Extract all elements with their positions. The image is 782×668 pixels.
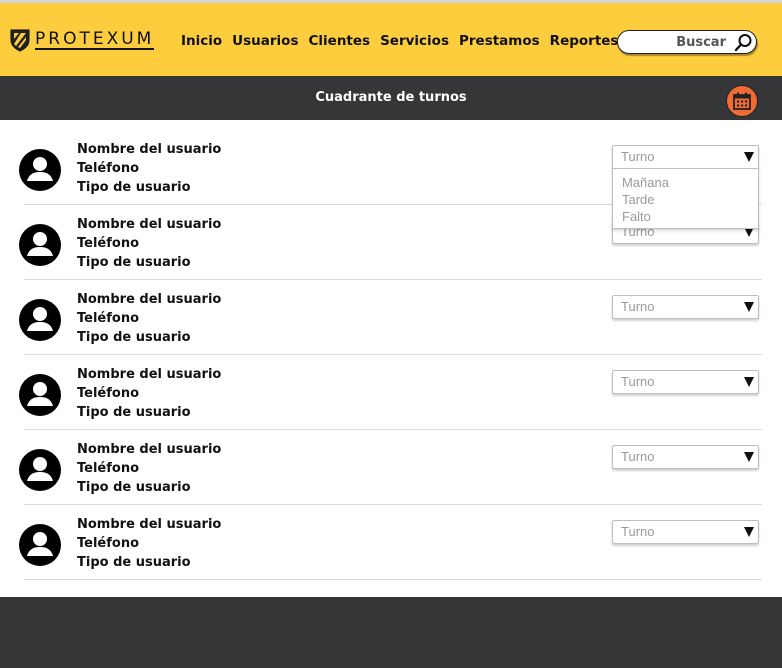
brand-name: PROTEXUM [35,29,155,50]
user-avatar-icon [19,149,61,191]
user-avatar-icon [19,224,61,266]
search-box [617,30,757,54]
user-avatar-icon [19,374,61,416]
user-avatar-icon [19,299,61,341]
user-name: Nombre del usuario [77,367,222,382]
nav-clientes[interactable]: Clientes [309,33,371,49]
user-info: Nombre del usuario Teléfono Tipo de usua… [77,365,221,422]
list-item: Nombre del usuario Teléfono Tipo de usua… [0,430,782,505]
search-icon[interactable] [733,33,753,52]
shift-option-manana[interactable]: Mañana [613,174,758,191]
calendar-button[interactable] [726,85,758,117]
shift-option-falto[interactable]: Falto [613,208,758,225]
user-name: Nombre del usuario [77,517,222,532]
user-avatar-icon [19,524,61,566]
user-type: Tipo de usuario [77,555,191,570]
chevron-down-icon [744,302,754,312]
shift-select-value: Turno [621,299,655,314]
shift-select[interactable]: Turno [612,520,759,544]
shift-select[interactable]: Turno [612,370,759,394]
user-type: Tipo de usuario [77,255,191,270]
shift-select[interactable]: Turno [612,145,759,169]
user-phone: Teléfono [77,461,140,476]
chevron-down-icon [744,452,754,462]
nav-inicio[interactable]: Inicio [181,33,222,49]
row-divider [24,579,762,580]
search-input[interactable] [618,31,728,53]
page-header: Cuadrante de turnos [0,76,782,120]
shift-option-tarde[interactable]: Tarde [613,191,758,208]
user-type: Tipo de usuario [77,180,191,195]
shift-select-value: Turno [621,524,655,539]
nav-reportes[interactable]: Reportes [550,33,619,49]
user-name: Nombre del usuario [77,217,222,232]
main-nav: Inicio Usuarios Clientes Servicios Prest… [181,33,618,49]
nav-prestamos[interactable]: Prestamos [459,33,540,49]
list-item: Nombre del usuario Teléfono Tipo de usua… [0,280,782,355]
logo[interactable]: PROTEXUM [9,28,155,52]
app-frame: PROTEXUM Inicio Usuarios Clientes Servic… [0,3,782,668]
calendar-icon [733,92,751,110]
user-type: Tipo de usuario [77,330,191,345]
footer [0,597,782,668]
shift-select[interactable]: Turno [612,295,759,319]
chevron-down-icon [744,377,754,387]
user-info: Nombre del usuario Teléfono Tipo de usua… [77,440,221,497]
nav-usuarios[interactable]: Usuarios [232,33,298,49]
page-title: Cuadrante de turnos [315,90,467,105]
chevron-down-icon [744,152,754,162]
user-phone: Teléfono [77,536,140,551]
top-navbar: PROTEXUM Inicio Usuarios Clientes Servic… [0,3,782,76]
user-name: Nombre del usuario [77,142,222,157]
user-avatar-icon [19,449,61,491]
shift-select[interactable]: Turno [612,445,759,469]
list-item: Nombre del usuario Teléfono Tipo de usua… [0,505,782,580]
user-type: Tipo de usuario [77,405,191,420]
nav-servicios[interactable]: Servicios [380,33,449,49]
user-phone: Teléfono [77,161,140,176]
user-name: Nombre del usuario [77,442,222,457]
shift-select-value: Turno [621,374,655,389]
user-type: Tipo de usuario [77,480,191,495]
user-info: Nombre del usuario Teléfono Tipo de usua… [77,140,221,197]
chevron-down-icon [744,527,754,537]
shift-dropdown-menu: Mañana Tarde Falto [612,168,759,229]
user-phone: Teléfono [77,386,140,401]
user-info: Nombre del usuario Teléfono Tipo de usua… [77,290,221,347]
user-info: Nombre del usuario Teléfono Tipo de usua… [77,515,221,572]
shift-select-value: Turno [621,449,655,464]
shift-select-value: Turno [621,149,655,164]
shield-logo-icon [10,29,30,52]
user-phone: Teléfono [77,236,140,251]
user-name: Nombre del usuario [77,292,222,307]
list-item: Nombre del usuario Teléfono Tipo de usua… [0,355,782,430]
user-info: Nombre del usuario Teléfono Tipo de usua… [77,215,221,272]
user-phone: Teléfono [77,311,140,326]
